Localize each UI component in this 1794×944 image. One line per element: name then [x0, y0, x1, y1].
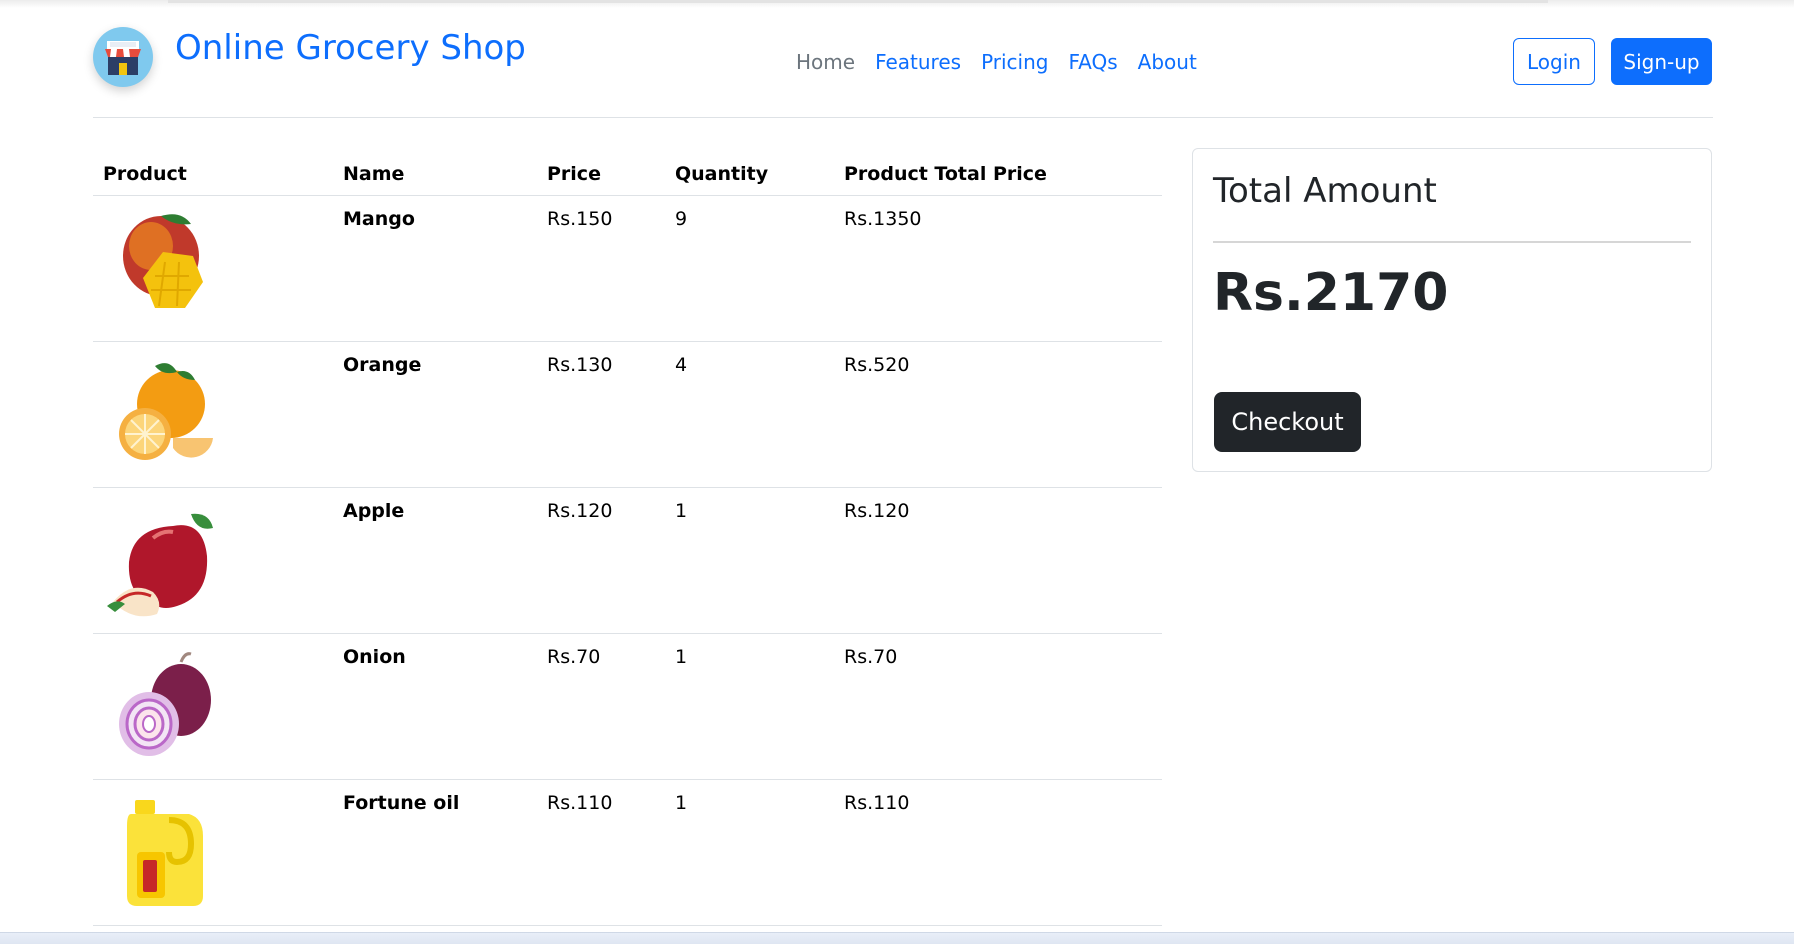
checkout-button[interactable]: Checkout: [1214, 392, 1361, 452]
product-price: Rs.130: [537, 341, 665, 488]
apple-icon: [103, 498, 226, 621]
product-price: Rs.150: [537, 195, 665, 342]
site-header: Online Grocery Shop Home Features Pricin…: [93, 22, 1713, 118]
cart-header-row: Product Name Price Quantity Product Tota…: [93, 152, 1162, 196]
product-price: Rs.120: [537, 487, 665, 634]
product-quantity: 1: [665, 633, 834, 780]
column-header-quantity: Quantity: [665, 152, 834, 196]
nav-about[interactable]: About: [1128, 50, 1207, 74]
order-summary-card: Total Amount Rs.2170 Checkout: [1192, 148, 1712, 472]
orange-icon: [103, 352, 226, 475]
store-icon[interactable]: [93, 27, 153, 87]
nav-home[interactable]: Home: [786, 50, 865, 74]
brand-title[interactable]: Online Grocery Shop: [175, 28, 526, 68]
signup-button[interactable]: Sign-up: [1611, 38, 1712, 85]
product-total: Rs.520: [834, 341, 1162, 488]
column-header-total: Product Total Price: [834, 152, 1162, 196]
product-name: Fortune oil: [333, 779, 537, 926]
table-row: Mango Rs.150 9 Rs.1350: [93, 195, 1162, 342]
product-quantity: 1: [665, 487, 834, 634]
nav-features[interactable]: Features: [865, 50, 971, 74]
browser-top-bar: [168, 0, 1548, 3]
cart-table: Product Name Price Quantity Product Tota…: [93, 152, 1162, 926]
mango-icon: [103, 206, 226, 329]
total-amount: Rs.2170: [1213, 263, 1449, 323]
table-row: Orange Rs.130 4 Rs.520: [93, 341, 1162, 488]
browser-top-strip: [0, 0, 1794, 8]
product-price: Rs.110: [537, 779, 665, 926]
product-total: Rs.120: [834, 487, 1162, 634]
product-name: Apple: [333, 487, 537, 634]
product-quantity: 9: [665, 195, 834, 342]
nav-faqs[interactable]: FAQs: [1058, 50, 1127, 74]
product-total: Rs.1350: [834, 195, 1162, 342]
browser-bottom-strip: [0, 932, 1794, 944]
product-name: Onion: [333, 633, 537, 780]
table-row: Apple Rs.120 1 Rs.120: [93, 487, 1162, 634]
product-quantity: 4: [665, 341, 834, 488]
nav-pricing[interactable]: Pricing: [971, 50, 1058, 74]
table-row: Fortune oil Rs.110 1 Rs.110: [93, 779, 1162, 926]
oil-can-icon: [103, 790, 226, 913]
table-row: Onion Rs.70 1 Rs.70: [93, 633, 1162, 780]
main-nav: Home Features Pricing FAQs About: [786, 50, 1207, 74]
onion-icon: [103, 644, 226, 767]
login-button[interactable]: Login: [1513, 38, 1595, 85]
column-header-name: Name: [333, 152, 537, 196]
product-name: Orange: [333, 341, 537, 488]
product-quantity: 1: [665, 779, 834, 926]
column-header-product: Product: [93, 152, 333, 196]
product-total: Rs.70: [834, 633, 1162, 780]
summary-divider: [1213, 241, 1691, 243]
product-name: Mango: [333, 195, 537, 342]
column-header-price: Price: [537, 152, 665, 196]
product-total: Rs.110: [834, 779, 1162, 926]
product-price: Rs.70: [537, 633, 665, 780]
summary-title: Total Amount: [1213, 171, 1437, 211]
